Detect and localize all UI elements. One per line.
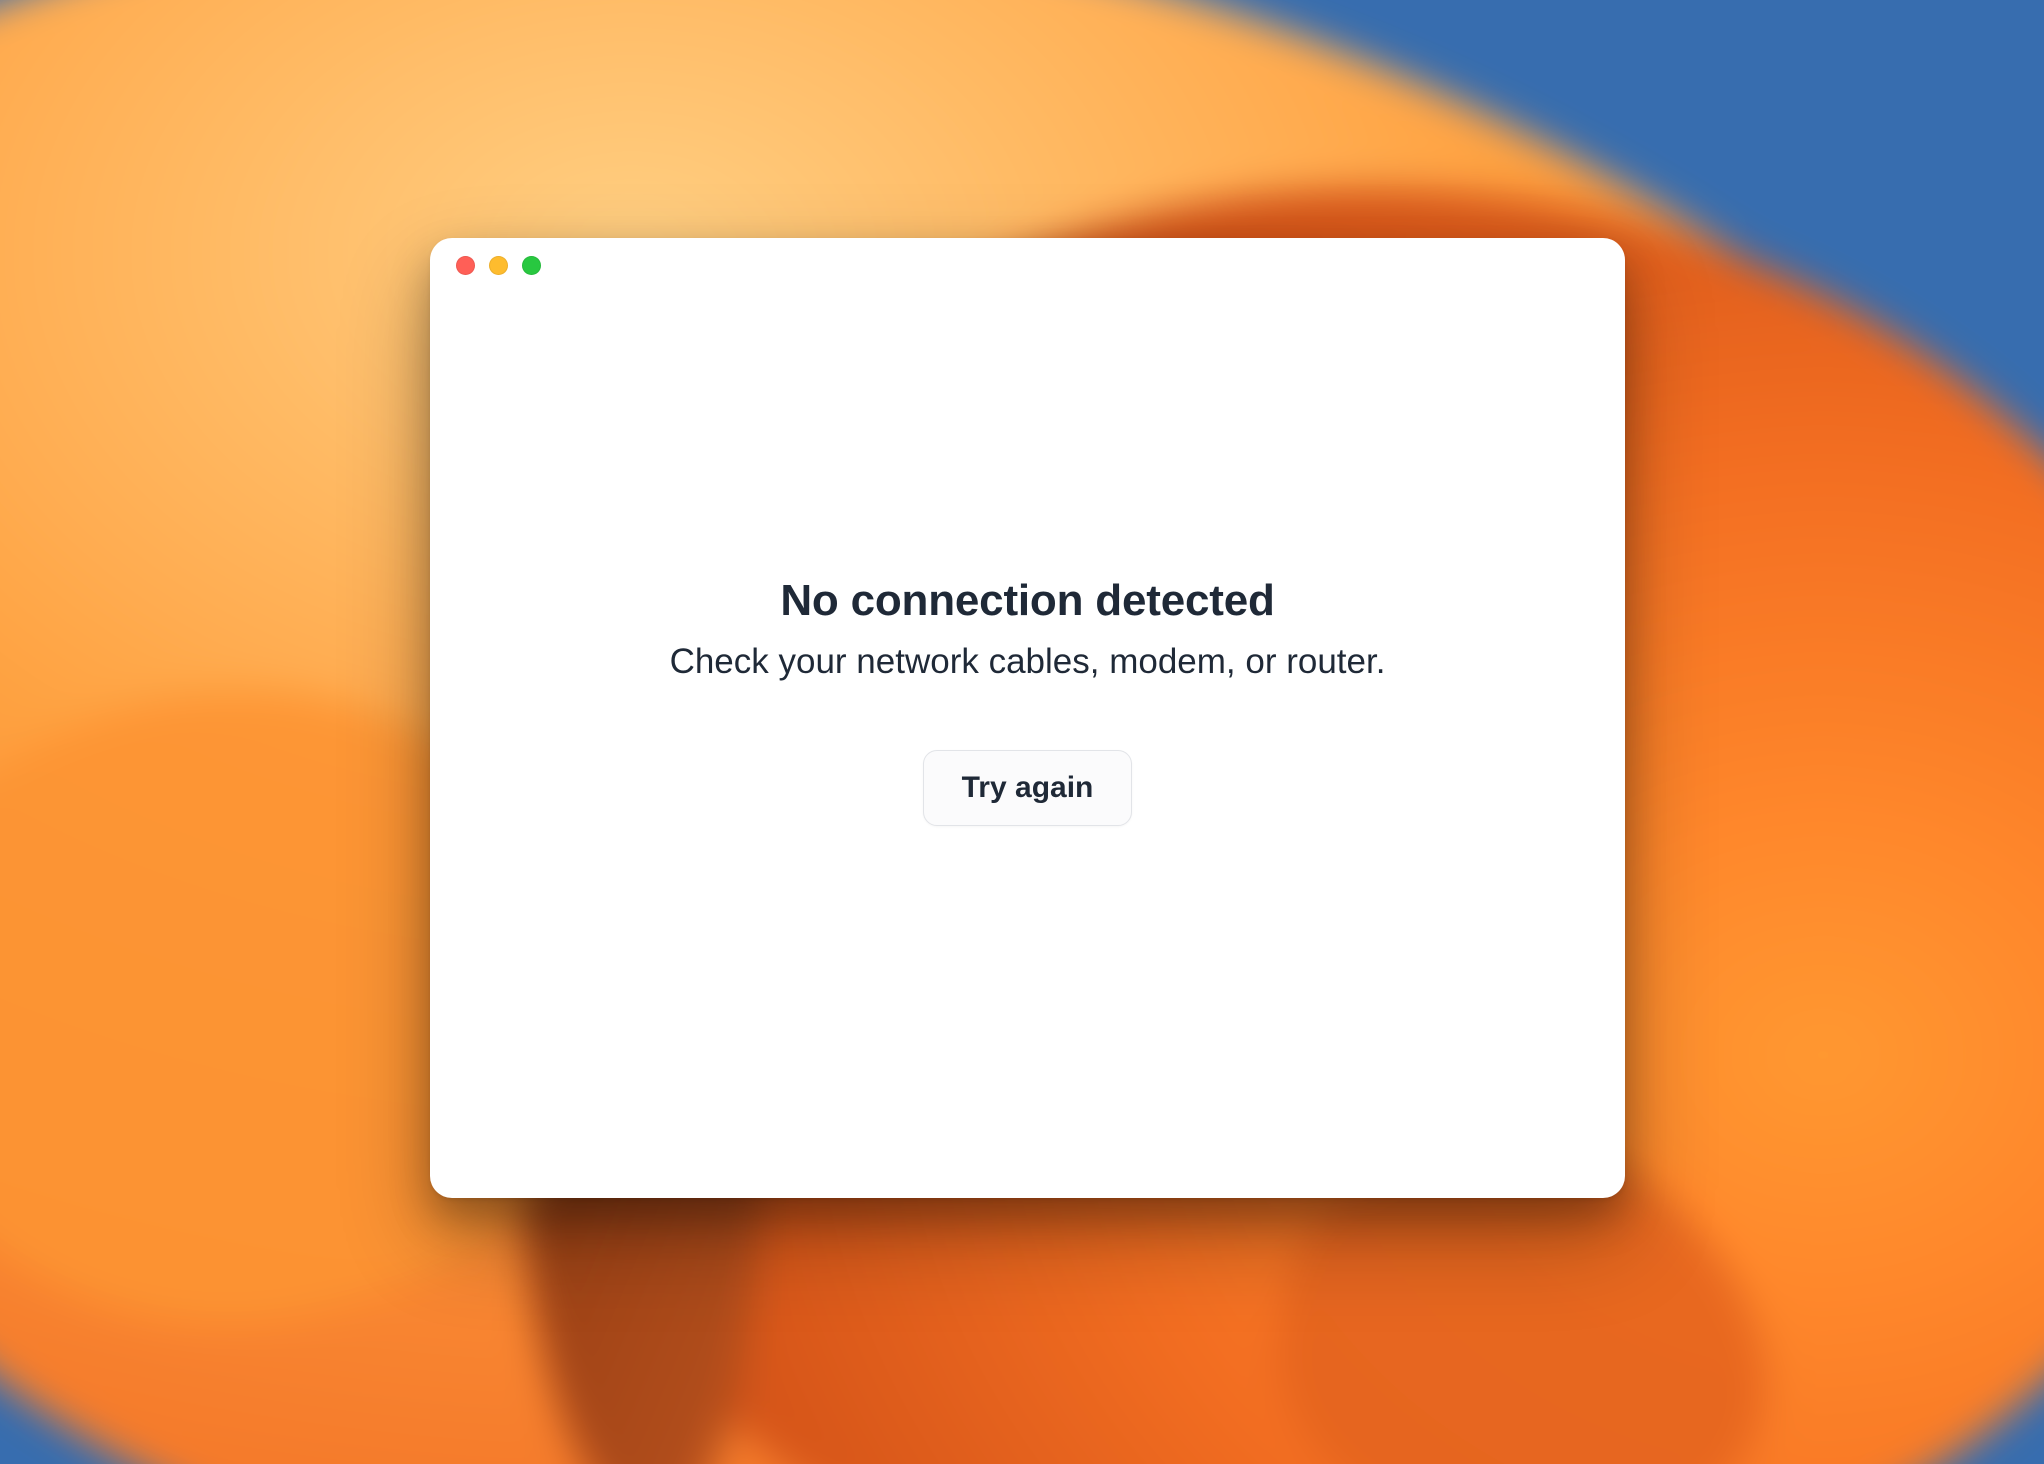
no-connection-title: No connection detected — [780, 576, 1274, 626]
try-again-button[interactable]: Try again — [923, 750, 1133, 826]
no-connection-message: Check your network cables, modem, or rou… — [670, 642, 1386, 682]
window-content: No connection detected Check your networ… — [430, 238, 1625, 1198]
app-window: No connection detected Check your networ… — [430, 238, 1625, 1198]
